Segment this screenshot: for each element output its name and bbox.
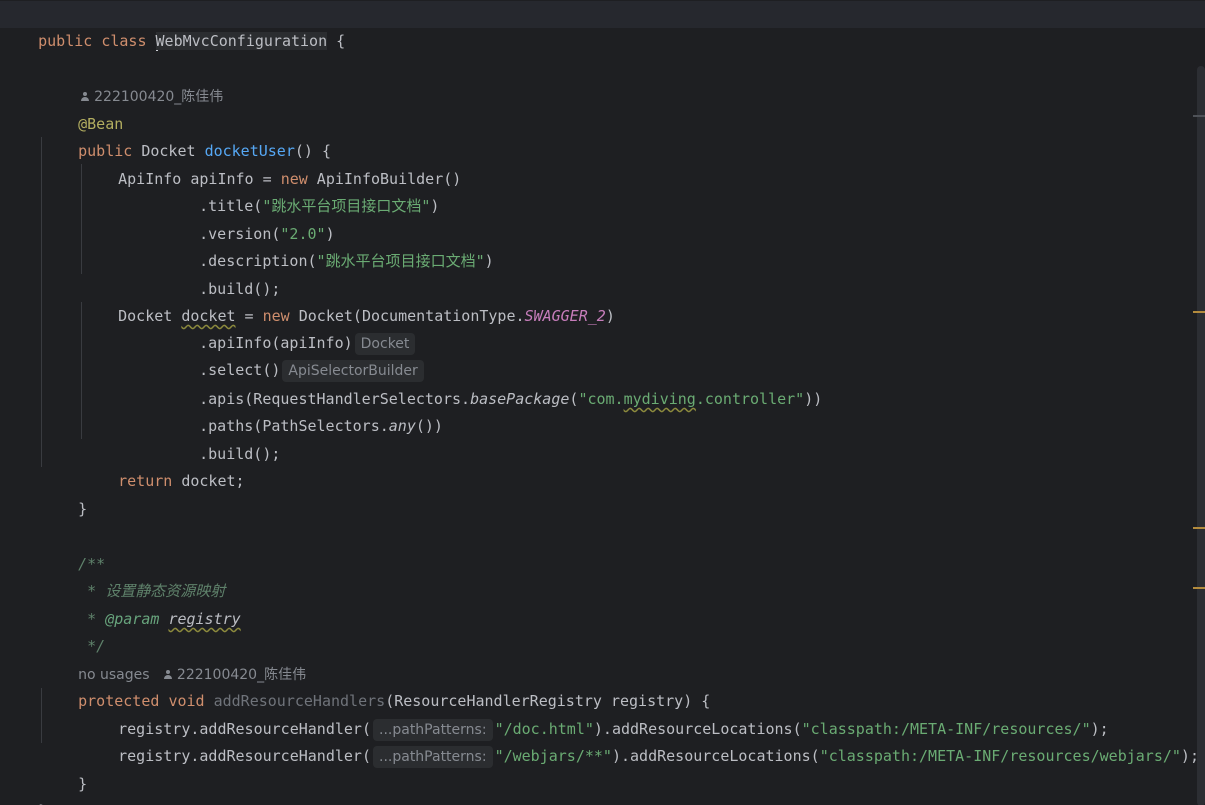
code-line[interactable]: } — [0, 469, 1205, 518]
brace: } — [78, 500, 88, 518]
javadoc-line[interactable]: /** — [0, 524, 1205, 573]
code-line-class-declaration[interactable]: public class WebMvcConfiguration { — [0, 1, 1205, 51]
javadoc-line[interactable]: * @param registry — [0, 579, 1205, 628]
code-line[interactable]: .build(); — [0, 414, 1205, 463]
class-name[interactable]: WebMvcConfiguration — [155, 32, 328, 50]
brace: { — [327, 32, 346, 50]
code-line[interactable]: ApiInfo apiInfo = new ApiInfoBuilder() — [0, 139, 1205, 188]
code-line[interactable]: Docket docket = new Docket(Documentation… — [0, 276, 1205, 325]
code-line[interactable]: .apis(RequestHandlerSelectors.basePackag… — [0, 359, 1205, 408]
javadoc-line[interactable]: * 设置静态资源映射 — [0, 551, 1205, 600]
code-vision-author[interactable]: 222100420_陈佳伟 — [0, 56, 1205, 105]
code-line[interactable]: .select() ApiSelectorBuilder — [0, 330, 1205, 382]
code-line[interactable]: return docket; — [0, 441, 1205, 490]
code-line[interactable]: .apiInfo(apiInfo) Docket — [0, 303, 1205, 355]
code-line-method-declaration[interactable]: protected void addResourceHandlers(Resou… — [0, 661, 1205, 710]
javadoc-line[interactable]: */ — [0, 606, 1205, 655]
code-line[interactable]: } — [0, 744, 1205, 793]
keyword: public — [38, 32, 93, 50]
code-line[interactable]: } — [0, 771, 1205, 805]
warning-marker[interactable] — [1193, 587, 1205, 589]
code-editor[interactable]: public class WebMvcConfiguration { 22210… — [0, 0, 1205, 805]
code-vision-usages[interactable]: no usages 222100420_陈佳伟 — [0, 634, 1205, 683]
code-line[interactable]: .version("2.0") — [0, 194, 1205, 243]
warning-marker[interactable] — [1193, 527, 1205, 529]
scrollbar-thumb[interactable] — [1197, 66, 1205, 805]
code-line-annotation[interactable]: @Bean — [0, 84, 1205, 133]
vertical-scrollbar[interactable] — [1193, 0, 1205, 805]
code-line[interactable]: registry.addResourceHandler(...pathPatte… — [0, 716, 1205, 768]
scroll-marker[interactable] — [1193, 115, 1205, 117]
code-line[interactable]: registry.addResourceHandler(...pathPatte… — [0, 689, 1205, 741]
code-line[interactable]: .title("跳水平台项目接口文档") — [0, 166, 1205, 215]
code-line[interactable]: .paths(PathSelectors.any()) — [0, 386, 1205, 435]
code-line-method-declaration[interactable]: public Docket docketUser() { — [0, 111, 1205, 160]
code-line[interactable]: .build(); — [0, 249, 1205, 298]
keyword: class — [101, 32, 147, 50]
code-line[interactable]: .description("跳水平台项目接口文档") — [0, 221, 1205, 270]
warning-marker[interactable] — [1193, 311, 1205, 313]
